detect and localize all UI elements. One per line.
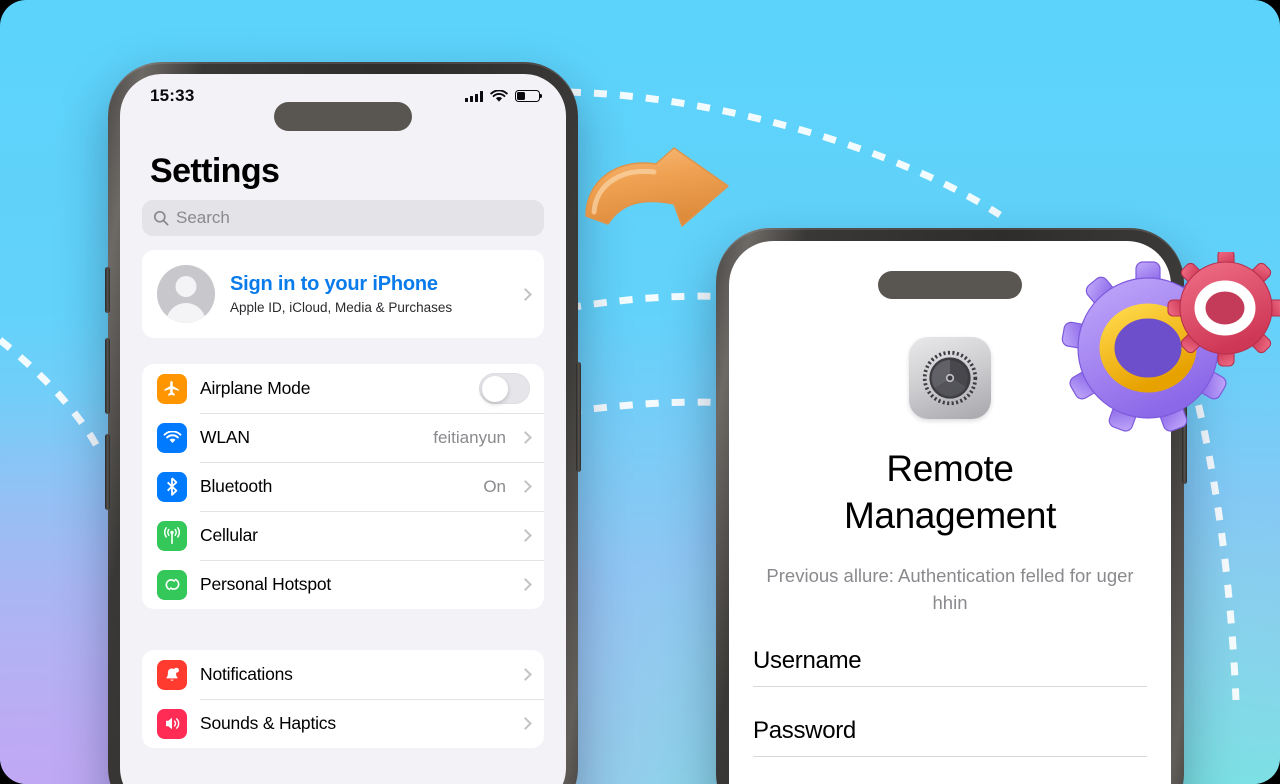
- settings-row-label: Sounds & Haptics: [200, 713, 336, 733]
- chevron-right-icon: [519, 480, 532, 493]
- person-avatar-icon: [157, 265, 215, 323]
- settings-row-sounds-haptics[interactable]: Sounds & Haptics: [142, 699, 544, 748]
- search-placeholder: Search: [176, 208, 230, 227]
- settings-gear-app-icon: [909, 337, 991, 419]
- chevron-right-icon: [519, 529, 532, 542]
- settings-row-label: Airplane Mode: [200, 378, 311, 398]
- chevron-right-icon: [519, 287, 532, 301]
- notifications-bell-icon: [157, 659, 187, 690]
- status-bar-clock: 15:33: [150, 86, 195, 105]
- title-line-1: Remote: [886, 448, 1014, 489]
- settings-row-label: Bluetooth: [200, 476, 273, 496]
- apple-id-card[interactable]: Sign in to your iPhone Apple ID, iCloud,…: [142, 250, 544, 338]
- settings-row-label: Personal Hotspot: [200, 574, 332, 594]
- remote-management-subtitle: Previous allure: Authentication felled f…: [766, 564, 1134, 614]
- username-label: Username: [753, 647, 862, 675]
- volume-up-button[interactable]: [105, 338, 110, 414]
- silent-switch[interactable]: [105, 267, 110, 313]
- airplane-mode-toggle[interactable]: [479, 373, 530, 404]
- wifi-icon: [157, 422, 187, 453]
- airplane-icon: [157, 373, 187, 404]
- screenshot-canvas: 15:33 Settings Search Sign in to your iP…: [0, 0, 1280, 784]
- account-text: Sign in to your iPhone Apple ID, iCloud,…: [230, 273, 506, 315]
- sign-in-row[interactable]: Sign in to your iPhone Apple ID, iCloud,…: [142, 250, 544, 338]
- settings-row-label: Notifications: [200, 664, 293, 684]
- settings-row-airplane-mode[interactable]: Airplane Mode: [142, 364, 544, 413]
- settings-row-label: WLAN: [200, 427, 250, 447]
- cellular-antenna-icon: [157, 520, 187, 551]
- title-line-2: Management: [844, 495, 1056, 537]
- chevron-right-icon: [519, 578, 532, 591]
- chevron-right-icon: [519, 668, 532, 681]
- settings-row-cellular[interactable]: Cellular: [142, 511, 544, 560]
- wifi-icon: [490, 89, 508, 102]
- power-button[interactable]: [576, 362, 581, 472]
- battery-icon: [515, 90, 543, 102]
- remote-management-title: Remote Management: [729, 445, 1171, 540]
- status-bar-indicators: [465, 89, 543, 103]
- chevron-right-icon: [519, 431, 532, 444]
- bluetooth-value: On: [483, 476, 506, 496]
- cellular-signal-icon: [465, 90, 483, 102]
- password-label: Password: [753, 717, 856, 745]
- wlan-value: feitianyun: [433, 427, 506, 447]
- bluetooth-icon: [157, 471, 187, 502]
- settings-row-label: Cellular: [200, 525, 258, 545]
- orange-curved-arrow-icon: [585, 147, 729, 227]
- settings-row-personal-hotspot[interactable]: Personal Hotspot: [142, 560, 544, 609]
- sign-in-title: Sign in to your iPhone: [230, 273, 438, 295]
- page-title: Settings: [150, 152, 280, 190]
- settings-row-notifications[interactable]: Notifications: [142, 650, 544, 699]
- hotspot-link-icon: [157, 569, 187, 600]
- password-field[interactable]: Password: [753, 687, 1147, 758]
- connectivity-settings-group: Airplane Mode WLAN feitianyun Bluetooth …: [142, 364, 544, 609]
- status-bar: 15:33: [120, 74, 566, 118]
- sign-in-subtitle: Apple ID, iCloud, Media & Purchases: [230, 300, 453, 315]
- search-input[interactable]: Search: [142, 200, 544, 236]
- gear-glyph: [922, 350, 978, 406]
- left-phone-screen: 15:33 Settings Search Sign in to your iP…: [120, 74, 566, 784]
- search-icon: [153, 210, 169, 226]
- gears-decoration: [1061, 252, 1280, 432]
- dynamic-island: [878, 271, 1022, 299]
- sounds-speaker-icon: [157, 708, 187, 739]
- username-field[interactable]: Username: [753, 617, 1147, 688]
- chevron-right-icon: [519, 717, 532, 730]
- volume-down-button[interactable]: [105, 434, 110, 510]
- left-phone-device: 15:33 Settings Search Sign in to your iP…: [105, 62, 581, 784]
- settings-row-bluetooth[interactable]: Bluetooth On: [142, 462, 544, 511]
- notifications-settings-group: Notifications Sounds & Haptics: [142, 650, 544, 748]
- red-gear-icon: [1167, 252, 1280, 367]
- settings-row-wlan[interactable]: WLAN feitianyun: [142, 413, 544, 462]
